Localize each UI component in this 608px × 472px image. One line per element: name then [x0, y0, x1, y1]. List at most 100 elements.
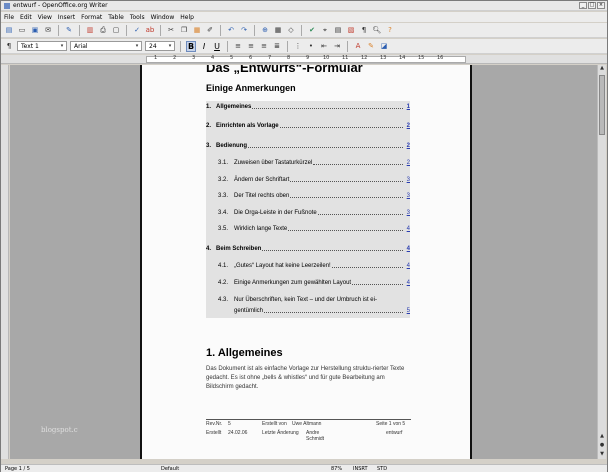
align-center-icon[interactable]: ≡	[246, 41, 256, 51]
toc-entry[interactable]: 3.4. Die Orga-Leiste in der Fußnote 3	[206, 210, 410, 216]
prev-page-icon[interactable]: ▲	[598, 433, 606, 441]
toc-entry[interactable]: 3.3. Der Titel rechts oben 3	[206, 193, 410, 199]
underline-icon[interactable]: U	[212, 42, 222, 51]
table-of-contents[interactable]: 1. Allgemeines 1 2. Einrichten als Vorla…	[206, 101, 410, 318]
standard-toolbar: ▤ ▭ ▣ ✉ ✎ ▥ ⎙ ▢ ✓ ab ✂ ❐ ▦ ✐ ↶ ↷ ⊕ ▦ ◇ ✔…	[1, 23, 607, 38]
save-icon[interactable]: ▣	[30, 25, 40, 35]
ruler-number: 3	[192, 55, 196, 61]
chevron-down-icon: ▾	[168, 43, 172, 49]
menu-file[interactable]: File	[4, 14, 14, 21]
paragraph-style-select[interactable]: Text 1 ▾	[17, 41, 67, 51]
highlighting-icon[interactable]: ✎	[366, 41, 376, 51]
email-icon[interactable]: ✉	[43, 25, 53, 35]
status-insert-mode[interactable]: INSRT	[353, 466, 368, 472]
menu-edit[interactable]: Edit	[20, 14, 32, 21]
bold-icon[interactable]: B	[186, 40, 196, 52]
print-icon[interactable]: ⎙	[98, 25, 108, 35]
document-subtitle: Einige Anmerkungen	[206, 83, 296, 93]
scroll-up-icon[interactable]: ▲	[598, 65, 606, 73]
page-preview-icon[interactable]: ▢	[111, 25, 121, 35]
footer-changed-value: Andre Schmidt	[306, 430, 325, 442]
ruler-number: 10	[323, 55, 330, 61]
horizontal-ruler[interactable]: 1 2 3 4 5 6 7 8 9 10 11 12 13 14 15 16	[1, 55, 607, 64]
spellcheck-icon[interactable]: ✓	[132, 25, 142, 35]
footer-page-label: Seite 1 von 5	[376, 421, 406, 427]
menu-format[interactable]: Format	[81, 14, 102, 21]
maximize-icon[interactable]: □	[588, 2, 596, 9]
font-name-select[interactable]: Arial ▾	[70, 41, 142, 51]
status-page-style[interactable]: Default	[161, 466, 179, 472]
menu-insert[interactable]: Insert	[58, 14, 75, 21]
menu-table[interactable]: Table	[108, 14, 124, 21]
redo-icon[interactable]: ↷	[239, 25, 249, 35]
open-icon[interactable]: ▭	[17, 25, 27, 35]
decrease-indent-icon[interactable]: ⇤	[319, 41, 329, 51]
increase-indent-icon[interactable]: ⇥	[332, 41, 342, 51]
next-page-icon[interactable]: ▼	[598, 451, 606, 459]
ruler-number: 4	[211, 55, 215, 61]
cut-icon[interactable]: ✂	[166, 25, 176, 35]
toc-entry[interactable]: 1. Allgemeines 1	[206, 104, 410, 110]
italic-icon[interactable]: I	[199, 42, 209, 51]
menu-help[interactable]: Help	[180, 14, 194, 21]
gallery-icon[interactable]: ▤	[333, 25, 343, 35]
edit-mode-icon[interactable]: ✎	[64, 25, 74, 35]
font-color-icon[interactable]: A	[353, 41, 363, 51]
toc-entry[interactable]: 4.1. „Gutes“ Layout hat keine Leerzeilen…	[206, 263, 410, 269]
status-bar: Page 1 / 5 Default 87% INSRT STD	[1, 464, 607, 472]
zoom-icon[interactable]: 🔍︎	[372, 25, 382, 35]
ruler-number: 14	[399, 55, 406, 61]
justify-icon[interactable]: ≣	[272, 41, 282, 51]
export-pdf-icon[interactable]: ▥	[85, 25, 95, 35]
autospellcheck-icon[interactable]: ab	[145, 25, 155, 35]
status-selection-mode[interactable]: STD	[377, 466, 387, 472]
toc-entry[interactable]: 3. Bedienung 2	[206, 143, 410, 149]
bullets-icon[interactable]: •	[306, 41, 316, 51]
toc-entry[interactable]: 3.5. Wirklich lange Texte 4	[206, 226, 410, 232]
document-page[interactable]: Das „Entwurfs“-Formular Einige Anmerkung…	[142, 65, 470, 459]
paste-icon[interactable]: ▦	[192, 25, 202, 35]
scrollbar-thumb[interactable]	[599, 75, 605, 135]
copy-icon[interactable]: ❐	[179, 25, 189, 35]
formatting-marks-icon[interactable]: ¶	[359, 25, 369, 35]
table-icon[interactable]: ▦	[273, 25, 283, 35]
numbering-icon[interactable]: ⋮	[293, 41, 303, 51]
menu-tools[interactable]: Tools	[130, 14, 145, 21]
toc-entry[interactable]: 3.1. Zuweisen über Tastaturkürzel 2	[206, 160, 410, 166]
undo-icon[interactable]: ↶	[226, 25, 236, 35]
ruler-number: 15	[418, 55, 425, 61]
hyperlink-icon[interactable]: ⊕	[260, 25, 270, 35]
toc-entry[interactable]: 3.2. Ändern der Schriftart 3	[206, 177, 410, 183]
heading-1: 1. Allgemeines	[206, 347, 283, 359]
toc-entry[interactable]: 4. Beim Schreiben 4	[206, 246, 410, 252]
ruler-number: 13	[380, 55, 387, 61]
format-paintbrush-icon[interactable]: ✐	[205, 25, 215, 35]
vertical-scrollbar[interactable]: ▲ ▲ ● ▼	[597, 65, 606, 459]
status-zoom[interactable]: 87%	[331, 466, 342, 472]
styles-formatting-icon[interactable]: ¶	[4, 41, 14, 51]
toc-entry[interactable]: 4.3. Nur Überschriften, kein Text – und …	[206, 297, 410, 303]
font-size-select[interactable]: 24 ▾	[145, 41, 175, 51]
help-icon[interactable]: ?	[385, 25, 395, 35]
title-bar: entwurf - OpenOffice.org Writer _ □ ×	[1, 1, 607, 11]
align-right-icon[interactable]: ≡	[259, 41, 269, 51]
background-color-icon[interactable]: ◪	[379, 41, 389, 51]
find-replace-icon[interactable]: ✔	[307, 25, 317, 35]
minimize-icon[interactable]: _	[579, 2, 587, 9]
document-area[interactable]: Das „Entwurfs“-Formular Einige Anmerkung…	[10, 65, 597, 459]
menu-window[interactable]: Window	[151, 14, 175, 21]
toc-entry[interactable]: 4.2. Einige Anmerkungen zum gewählten La…	[206, 280, 410, 286]
navigator-icon[interactable]: ⌖	[320, 25, 330, 35]
align-left-icon[interactable]: ≡	[233, 41, 243, 51]
toc-entry-continued[interactable]: gentümlich 5	[206, 308, 410, 314]
toc-entry[interactable]: 2. Einrichten als Vorlage 2	[206, 123, 410, 129]
data-sources-icon[interactable]: ▧	[346, 25, 356, 35]
new-document-icon[interactable]: ▤	[4, 25, 14, 35]
footer-divider	[206, 419, 411, 420]
menu-view[interactable]: View	[38, 14, 52, 21]
navigation-icon[interactable]: ●	[598, 442, 606, 450]
close-icon[interactable]: ×	[597, 2, 605, 9]
vertical-ruler[interactable]	[1, 65, 9, 459]
show-draw-functions-icon[interactable]: ◇	[286, 25, 296, 35]
ruler-number: 6	[249, 55, 253, 61]
